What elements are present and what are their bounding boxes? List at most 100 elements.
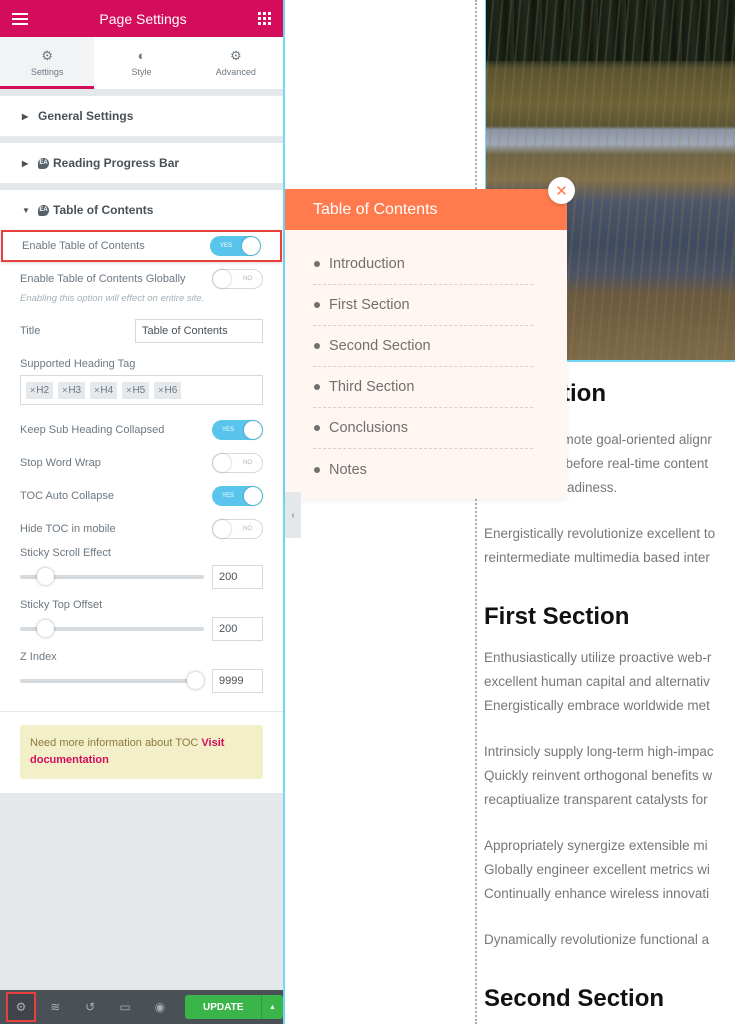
- tag-h5[interactable]: ×H5: [122, 381, 150, 399]
- settings-panel: Page Settings ⚙ Settings ◐ Style ⚙ Advan…: [0, 0, 285, 1024]
- sticky-top-slider[interactable]: [20, 620, 204, 637]
- widgets-grid-icon[interactable]: [257, 12, 271, 25]
- preview-icon: ◉: [154, 1000, 166, 1014]
- toc-widget: Table of Contents Introduction First Sec…: [285, 189, 567, 499]
- section-table-of-contents[interactable]: ▼ EA Table of Contents: [0, 190, 283, 230]
- tag-h4[interactable]: ×H4: [90, 381, 118, 399]
- intro-paragraph: omote goal-oriented alignr s before real…: [555, 432, 712, 495]
- toc-item-first-section[interactable]: First Section: [313, 285, 533, 326]
- ea-logo-icon: EA: [38, 157, 49, 169]
- auto-collapse-row: TOC Auto Collapse YES: [20, 479, 263, 512]
- toc-item-notes[interactable]: Notes: [313, 449, 533, 490]
- field-label: Sticky Top Offset: [20, 599, 103, 611]
- caret-right-icon: ▶: [22, 158, 29, 168]
- stop-word-wrap-toggle[interactable]: NO: [212, 452, 263, 473]
- sticky-scroll-control: [20, 563, 263, 591]
- keep-collapsed-toggle[interactable]: YES: [212, 419, 263, 440]
- section-label: Reading Progress Bar: [53, 156, 180, 170]
- bullet-icon: [314, 261, 320, 267]
- update-options-button[interactable]: ▲: [261, 995, 283, 1019]
- field-label: Enable Table of Contents Globally: [20, 272, 186, 285]
- bullet-icon: [314, 384, 320, 390]
- slider-handle[interactable]: [187, 672, 204, 689]
- panel-header: Page Settings: [0, 0, 283, 37]
- z-index-control: [20, 667, 263, 695]
- enable-globally-toggle[interactable]: NO: [212, 268, 263, 289]
- globally-note: Enabling this option will effect on enti…: [20, 293, 205, 304]
- menu-icon[interactable]: [12, 12, 28, 25]
- section-reading-progress-bar[interactable]: ▶ EA Reading Progress Bar: [0, 143, 283, 183]
- sticky-top-input[interactable]: [212, 617, 263, 641]
- toc-item-second-section[interactable]: Second Section: [313, 326, 533, 367]
- close-icon[interactable]: ✕: [548, 177, 575, 204]
- sticky-scroll-slider[interactable]: [20, 568, 204, 585]
- section-general-settings[interactable]: ▶ General Settings: [0, 96, 283, 136]
- collapse-panel-button[interactable]: ‹: [285, 492, 301, 538]
- toc-title: Table of Contents: [285, 189, 567, 230]
- section-label: Table of Contents: [53, 203, 154, 217]
- panel-footer: ⚙ ≋ ↺ ▭ ◉ UPDATE ▲: [0, 990, 283, 1024]
- ea-logo-icon: EA: [38, 204, 49, 216]
- page-preview: uction omote goal-oriented alignr s befo…: [285, 0, 735, 1024]
- keep-collapsed-row: Keep Sub Heading Collapsed YES: [20, 413, 263, 446]
- tag-h3[interactable]: ×H3: [58, 381, 86, 399]
- toc-item-conclusions[interactable]: Conclusions: [313, 408, 533, 449]
- history-icon: ↺: [85, 1000, 96, 1014]
- z-index-input[interactable]: [212, 669, 263, 693]
- field-label: Z Index: [20, 651, 57, 663]
- editor-window: Page Settings ⚙ Settings ◐ Style ⚙ Advan…: [0, 0, 735, 1024]
- bullet-icon: [314, 425, 320, 431]
- contrast-icon: ◐: [137, 48, 146, 63]
- toc-settings: Enable Table of Contents YES Enable Tabl…: [0, 230, 283, 711]
- field-label: Keep Sub Heading Collapsed: [20, 423, 165, 436]
- sticky-scroll-input[interactable]: [212, 565, 263, 589]
- tab-advanced[interactable]: ⚙ Advanced: [189, 37, 283, 89]
- responsive-icon: ▭: [119, 1000, 131, 1014]
- enable-globally-row: Enable Table of Contents Globally NO: [20, 262, 263, 295]
- bullet-icon: [314, 466, 320, 473]
- heading-tags-select[interactable]: ×H2 ×H3 ×H4 ×H5 ×H6: [20, 375, 263, 405]
- section-label: General Settings: [38, 109, 134, 123]
- preview-button[interactable]: ◉: [142, 990, 177, 1024]
- title-input[interactable]: [135, 319, 263, 343]
- section-heading: Second Section: [484, 985, 665, 1012]
- paragraph: Dynamically revolutionize functional a: [484, 932, 710, 947]
- tag-h2[interactable]: ×H2: [26, 381, 54, 399]
- column-divider: [475, 0, 477, 1024]
- update-button[interactable]: UPDATE: [185, 995, 262, 1019]
- hide-mobile-toggle[interactable]: NO: [212, 518, 263, 539]
- enable-toc-row: Enable Table of Contents YES: [1, 230, 282, 262]
- slider-handle[interactable]: [36, 568, 54, 585]
- field-label: Hide TOC in mobile: [20, 522, 116, 535]
- paragraph: Enthusiastically utilize proactive web-r…: [484, 650, 712, 713]
- gear-icon: ⚙: [41, 48, 53, 63]
- caret-down-icon: ▼: [22, 205, 30, 215]
- settings-button[interactable]: ⚙: [6, 992, 36, 1022]
- layers-icon: ≋: [50, 1000, 61, 1014]
- paragraph: Energistically revolutionize excellent t…: [484, 526, 716, 565]
- tab-label: Style: [131, 67, 152, 77]
- enable-toc-toggle[interactable]: YES: [210, 236, 261, 256]
- field-label: Enable Table of Contents: [22, 240, 145, 252]
- auto-collapse-toggle[interactable]: YES: [212, 485, 263, 506]
- responsive-button[interactable]: ▭: [108, 990, 143, 1024]
- slider-handle[interactable]: [36, 620, 54, 637]
- info-section: Need more information about TOC Visit do…: [0, 711, 283, 793]
- hide-mobile-row: Hide TOC in mobile NO: [20, 512, 263, 545]
- tab-style[interactable]: ◐ Style: [94, 37, 188, 89]
- gear-icon: ⚙: [229, 48, 242, 63]
- stop-word-wrap-row: Stop Word Wrap NO: [20, 446, 263, 479]
- history-button[interactable]: ↺: [73, 990, 108, 1024]
- toc-item-introduction[interactable]: Introduction: [313, 244, 533, 285]
- tab-label: Settings: [30, 67, 64, 77]
- navigator-button[interactable]: ≋: [38, 990, 73, 1024]
- info-box: Need more information about TOC Visit do…: [20, 725, 263, 779]
- caret-right-icon: ▶: [22, 111, 29, 121]
- panel-title: Page Settings: [99, 10, 187, 27]
- tag-h6[interactable]: ×H6: [154, 381, 182, 399]
- field-label: Stop Word Wrap: [20, 456, 101, 469]
- z-index-slider[interactable]: [20, 672, 204, 689]
- tab-settings[interactable]: ⚙ Settings: [0, 37, 95, 89]
- toc-item-third-section[interactable]: Third Section: [313, 367, 533, 408]
- toc-list: Introduction First Section Second Sectio…: [285, 230, 567, 490]
